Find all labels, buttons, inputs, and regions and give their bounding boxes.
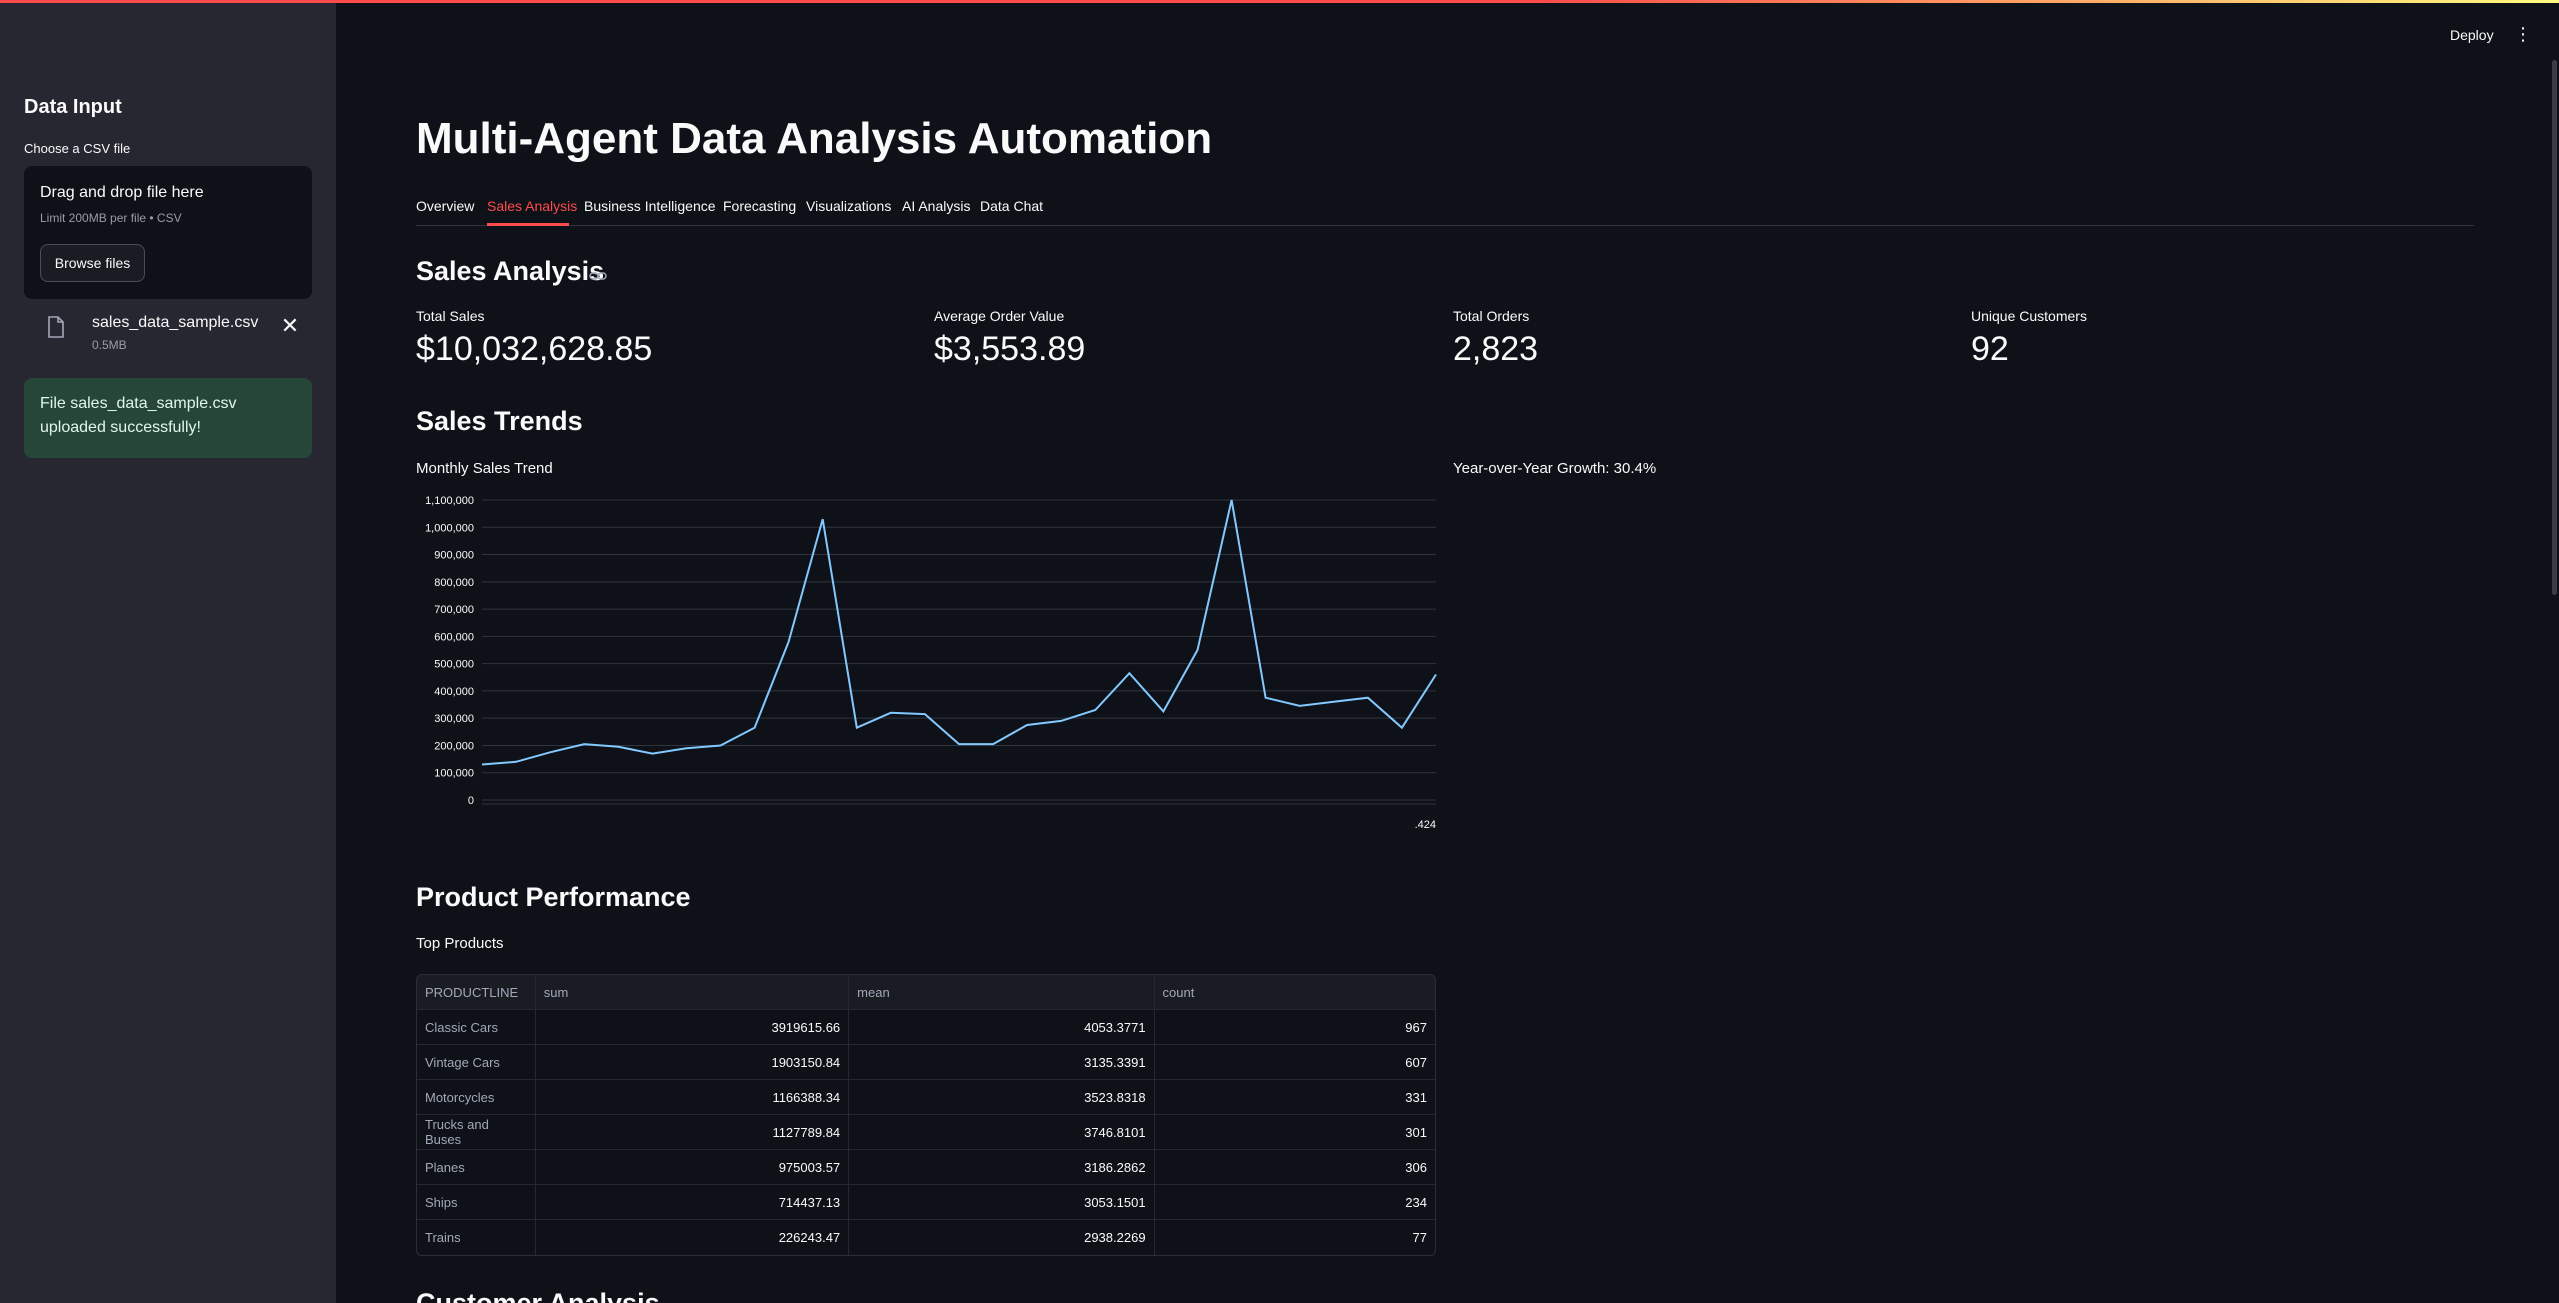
y-tick-label: 1,100,000 bbox=[425, 495, 474, 507]
row-index-cell: Ships bbox=[417, 1185, 536, 1219]
y-tick-label: 900,000 bbox=[434, 550, 474, 562]
main-menu-icon[interactable]: ⋮ bbox=[2514, 24, 2532, 44]
y-tick-label: 400,000 bbox=[434, 686, 474, 698]
row-index-cell: Motorcycles bbox=[417, 1080, 536, 1114]
chart-title: Monthly Sales Trend bbox=[416, 460, 553, 477]
count-cell: 77 bbox=[1412, 1230, 1427, 1245]
tab-ai-analysis[interactable]: AI Analysis bbox=[902, 198, 970, 214]
anchor-link-icon[interactable] bbox=[588, 266, 608, 286]
remove-file-icon[interactable]: ✕ bbox=[278, 314, 302, 338]
column-header[interactable]: count bbox=[1155, 975, 1435, 1009]
sidebar-title: Data Input bbox=[24, 96, 122, 118]
file-dropzone[interactable]: Drag and drop file here Limit 200MB per … bbox=[24, 166, 312, 299]
mean-cell: 3186.2862 bbox=[849, 1150, 1155, 1184]
file-uploader-label: Choose a CSV file bbox=[24, 141, 131, 156]
sum-cell: 714437.13 bbox=[536, 1185, 850, 1219]
x-tick-label: .424 bbox=[1415, 819, 1436, 830]
table-header-row: PRODUCTLINE sum mean count bbox=[417, 975, 1435, 1010]
tab-bar: Overview Sales Analysis Business Intelli… bbox=[416, 196, 2474, 226]
y-tick-label: 800,000 bbox=[434, 577, 474, 589]
uploaded-file-name: sales_data_sample.csv bbox=[92, 314, 259, 331]
tab-data-chat[interactable]: Data Chat bbox=[980, 198, 1043, 214]
tab-business-intelligence[interactable]: Business Intelligence bbox=[584, 198, 716, 214]
sum-cell: 1127789.84 bbox=[536, 1115, 850, 1149]
row-index-cell: Trucks and Buses bbox=[417, 1115, 536, 1149]
count-cell: 607 bbox=[1405, 1054, 1427, 1070]
section-title-sales-trends: Sales Trends bbox=[416, 406, 583, 436]
sum-cell: 1166388.34 bbox=[536, 1080, 850, 1114]
table-row: Trains 226243.47 2938.2269 77 bbox=[417, 1220, 1435, 1255]
file-icon bbox=[48, 316, 64, 338]
count-cell: 306 bbox=[1405, 1159, 1427, 1175]
table-row: Ships 714437.13 3053.1501 234 bbox=[417, 1185, 1435, 1220]
section-title-product-performance: Product Performance bbox=[416, 882, 691, 912]
table-row: Motorcycles 1166388.34 3523.8318 331 bbox=[417, 1080, 1435, 1115]
sum-cell: 1903150.84 bbox=[536, 1045, 850, 1079]
monthly-sales-chart[interactable]: 0 100,000 200,000 300,000 400,000 500,000 600,… bbox=[410, 490, 1440, 830]
tab-sales-analysis[interactable]: Sales Analysis bbox=[487, 198, 577, 214]
count-cell: 234 bbox=[1405, 1194, 1427, 1210]
uploaded-file-size: 0.5MB bbox=[92, 338, 127, 352]
column-header[interactable]: sum bbox=[536, 975, 850, 1009]
count-cell: 967 bbox=[1405, 1019, 1427, 1035]
column-header[interactable]: mean bbox=[849, 975, 1155, 1009]
row-index-cell: Vintage Cars bbox=[417, 1045, 536, 1079]
mean-cell: 3523.8318 bbox=[849, 1080, 1155, 1114]
top-products-title: Top Products bbox=[416, 935, 504, 952]
table-row: Vintage Cars 1903150.84 3135.3391 607 bbox=[417, 1045, 1435, 1080]
section-title-customer-analysis: Customer Analysis bbox=[416, 1288, 660, 1303]
metric-label-average-order-value: Average Order Value bbox=[934, 308, 1065, 324]
row-index-cell: Trains bbox=[417, 1220, 536, 1255]
mean-cell: 3135.3391 bbox=[849, 1045, 1155, 1079]
metric-value-unique-customers: 92 bbox=[1971, 330, 2009, 368]
y-tick-label: 200,000 bbox=[434, 740, 474, 752]
active-tab-indicator bbox=[487, 223, 569, 226]
count-cell: 301 bbox=[1405, 1124, 1427, 1140]
upload-success-alert: File sales_data_sample.csv uploaded succ… bbox=[24, 378, 312, 458]
table-row: Classic Cars 3919615.66 4053.3771 967 bbox=[417, 1010, 1435, 1045]
uploaded-file-row: sales_data_sample.csv 0.5MB ✕ bbox=[24, 306, 312, 356]
metric-value-total-sales: $10,032,628.85 bbox=[416, 330, 653, 368]
tab-visualizations[interactable]: Visualizations bbox=[806, 198, 891, 214]
dropzone-title: Drag and drop file here bbox=[40, 184, 204, 201]
y-tick-label: 700,000 bbox=[434, 604, 474, 616]
yoy-growth-text: Year-over-Year Growth: 30.4% bbox=[1453, 460, 1657, 477]
deploy-button[interactable]: Deploy bbox=[2450, 27, 2494, 43]
table-row: Planes 975003.57 3186.2862 306 bbox=[417, 1150, 1435, 1185]
sum-cell: 3919615.66 bbox=[536, 1010, 850, 1044]
y-tick-label: 0 bbox=[468, 795, 474, 807]
y-tick-label: 600,000 bbox=[434, 631, 474, 643]
tab-forecasting[interactable]: Forecasting bbox=[723, 198, 796, 214]
y-tick-label: 100,000 bbox=[434, 768, 474, 780]
row-index-cell: Planes bbox=[417, 1150, 536, 1184]
browse-files-button[interactable]: Browse files bbox=[40, 244, 145, 282]
row-index-cell: Classic Cars bbox=[417, 1010, 536, 1044]
sales-series-line[interactable] bbox=[481, 499, 1437, 766]
dropzone-limit-text: Limit 200MB per file • CSV bbox=[40, 211, 182, 225]
page-scrollbar[interactable] bbox=[2552, 60, 2557, 595]
table-row: Trucks and Buses 1127789.84 3746.8101 30… bbox=[417, 1115, 1435, 1150]
metric-label-total-sales: Total Sales bbox=[416, 308, 485, 324]
section-title-sales-analysis: Sales Analysis bbox=[416, 256, 605, 286]
top-decoration-bar bbox=[0, 0, 2559, 3]
y-tick-label: 1,000,000 bbox=[425, 522, 474, 534]
count-cell: 331 bbox=[1405, 1089, 1427, 1105]
page-title: Multi-Agent Data Analysis Automation bbox=[416, 114, 1213, 163]
sum-cell: 975003.57 bbox=[536, 1150, 850, 1184]
mean-cell: 2938.2269 bbox=[849, 1220, 1155, 1255]
metric-label-total-orders: Total Orders bbox=[1453, 308, 1530, 324]
sum-cell: 226243.47 bbox=[536, 1220, 850, 1255]
tab-overview[interactable]: Overview bbox=[416, 198, 474, 214]
metric-value-average-order-value: $3,553.89 bbox=[934, 330, 1086, 368]
sidebar: Data Input Choose a CSV file Drag and dr… bbox=[0, 0, 336, 1303]
metric-label-unique-customers: Unique Customers bbox=[1971, 308, 2087, 324]
y-tick-label: 500,000 bbox=[434, 659, 474, 671]
mean-cell: 3746.8101 bbox=[849, 1115, 1155, 1149]
metric-value-total-orders: 2,823 bbox=[1453, 330, 1539, 368]
column-header[interactable]: PRODUCTLINE bbox=[417, 975, 536, 1009]
mean-cell: 4053.3771 bbox=[849, 1010, 1155, 1044]
top-products-table[interactable]: PRODUCTLINE sum mean count Classic Cars … bbox=[416, 974, 1436, 1256]
mean-cell: 3053.1501 bbox=[849, 1185, 1155, 1219]
y-tick-label: 300,000 bbox=[434, 713, 474, 725]
